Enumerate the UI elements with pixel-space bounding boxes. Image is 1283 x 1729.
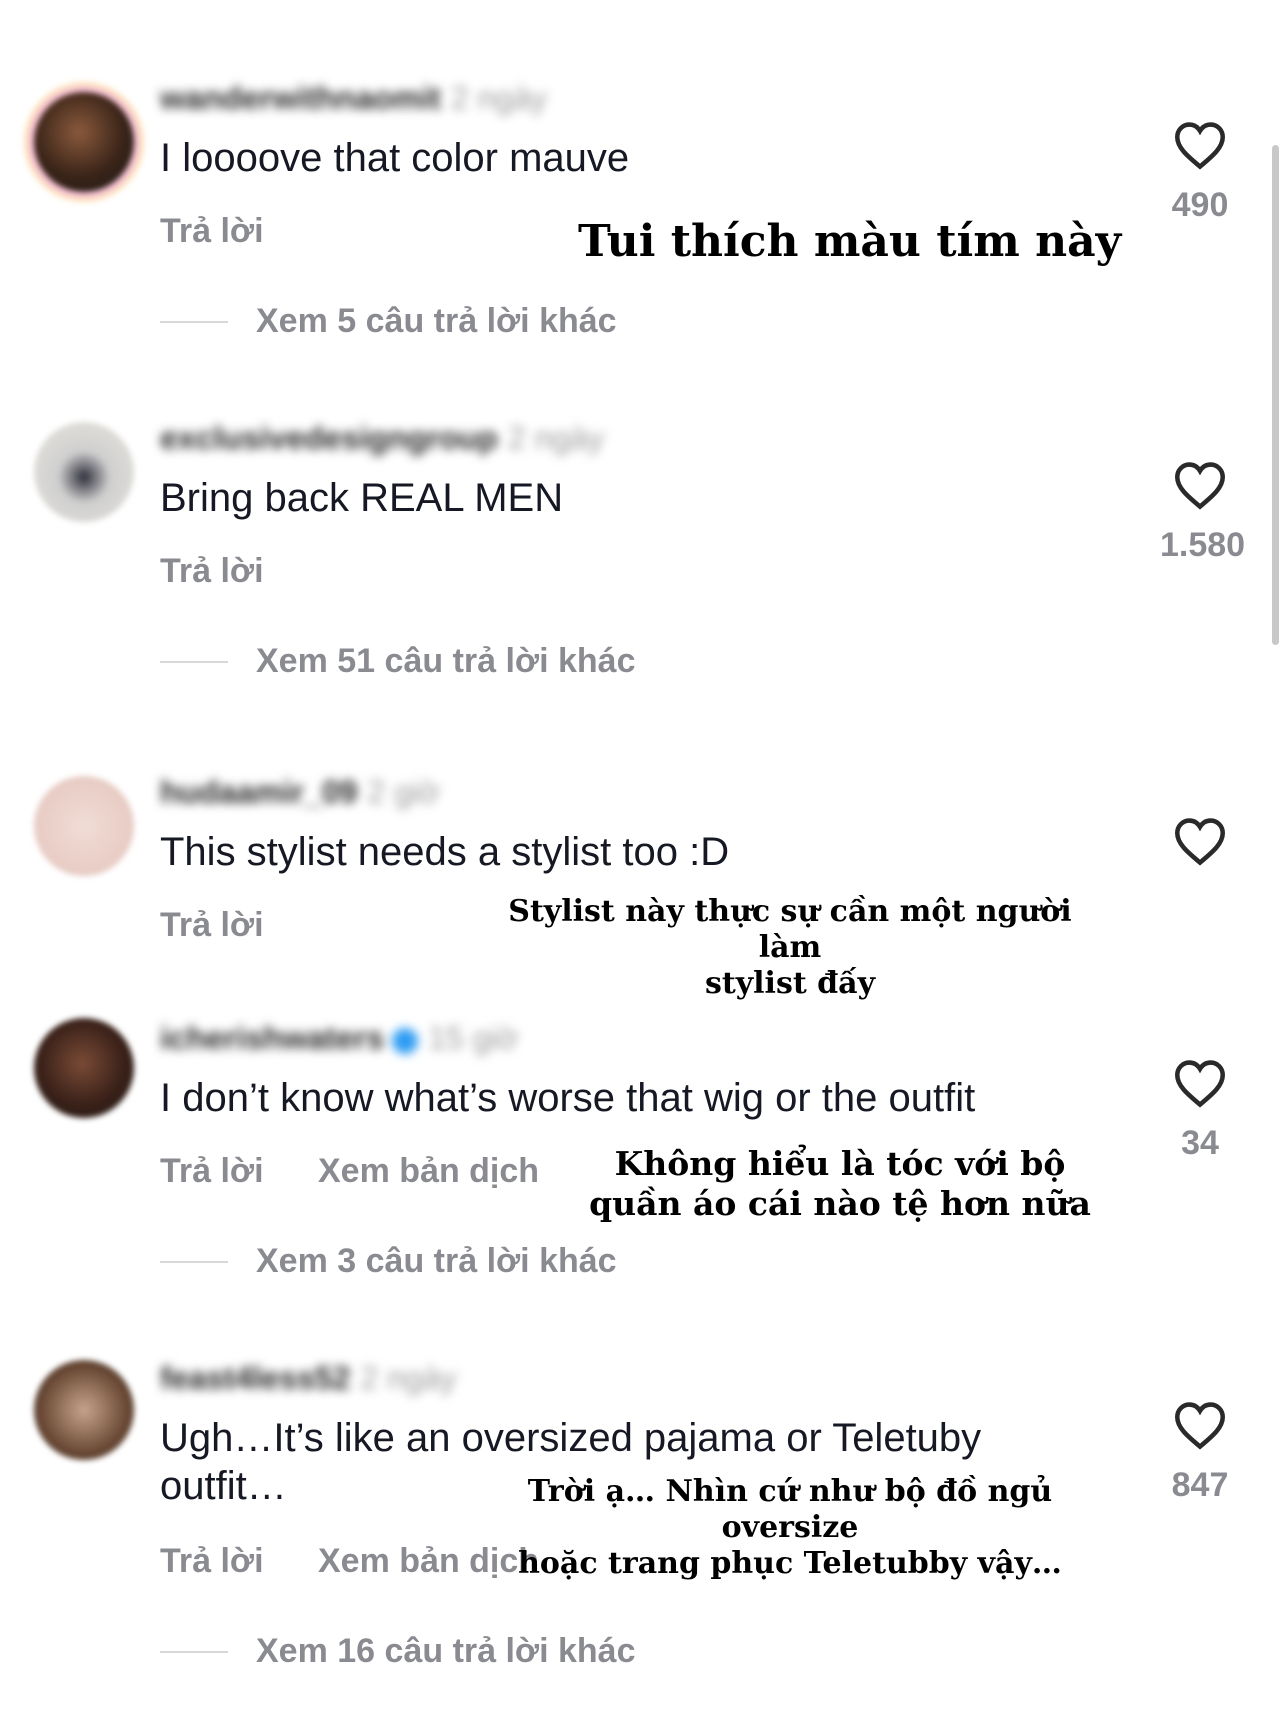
avatar[interactable] bbox=[34, 92, 134, 192]
divider-line bbox=[160, 320, 228, 323]
like-button[interactable]: 490 bbox=[1160, 120, 1240, 225]
translation-overlay: Không hiểu là tóc với bộ quần áo cái nào… bbox=[580, 1144, 1100, 1223]
username-text[interactable]: icherishwaters bbox=[160, 1020, 384, 1056]
reply-button[interactable]: Trả lời bbox=[160, 552, 264, 591]
view-more-replies-button[interactable]: Xem 5 câu trả lời khác bbox=[160, 302, 617, 341]
heart-outline-icon bbox=[1174, 462, 1226, 510]
like-count: 1.580 bbox=[1160, 526, 1246, 564]
comment-time: 2 ngày bbox=[360, 1360, 457, 1396]
username-text[interactable]: hudaamir_09 bbox=[160, 774, 357, 810]
comment-username[interactable]: hudaamir_09 2 giờ bbox=[160, 774, 440, 811]
translation-overlay-line: hoặc trang phục Teletubby vậy… bbox=[518, 1546, 1062, 1581]
view-more-replies-button[interactable]: Xem 51 câu trả lời khác bbox=[160, 642, 635, 681]
translation-overlay-line: quần áo cái nào tệ hơn nữa bbox=[589, 1183, 1091, 1223]
heart-outline-icon bbox=[1174, 818, 1226, 866]
like-count: 847 bbox=[1171, 1466, 1229, 1504]
avatar[interactable] bbox=[34, 1360, 134, 1460]
translation-overlay: Stylist này thực sự cần một người làm st… bbox=[480, 894, 1100, 1002]
translation-overlay-line: Trời ạ… Nhìn cứ như bộ đồ ngủ oversize bbox=[527, 1474, 1053, 1545]
username-text[interactable]: feast4less52 bbox=[160, 1360, 350, 1396]
see-translation-button[interactable]: Xem bản dịch bbox=[318, 1152, 539, 1191]
heart-outline-icon bbox=[1174, 1060, 1226, 1108]
translation-overlay-line: stylist đấy bbox=[704, 966, 875, 1001]
view-more-replies-button[interactable]: Xem 3 câu trả lời khác bbox=[160, 1242, 617, 1281]
avatar[interactable] bbox=[34, 422, 134, 522]
comment-username[interactable]: feast4less52 2 ngày bbox=[160, 1360, 456, 1397]
divider-line bbox=[160, 1260, 228, 1263]
translation-overlay: Tui thích màu tím này bbox=[578, 216, 1122, 267]
like-button[interactable]: 847 bbox=[1160, 1400, 1240, 1505]
like-button[interactable]: 34 bbox=[1160, 1058, 1240, 1163]
heart-outline-icon bbox=[1174, 122, 1226, 170]
scrollbar[interactable] bbox=[1272, 145, 1279, 645]
comment-time: 15 giờ bbox=[428, 1020, 519, 1056]
translation-overlay-line: Không hiểu là tóc với bộ bbox=[614, 1144, 1066, 1183]
comment-text-line: Ugh…It’s like an oversized pajama or Tel… bbox=[160, 1416, 982, 1460]
comment-text: Bring back REAL MEN bbox=[160, 476, 564, 520]
reply-button[interactable]: Trả lời bbox=[160, 1542, 264, 1581]
comment-time: 2 ngày bbox=[507, 420, 604, 456]
view-more-replies-label: Xem 5 câu trả lời khác bbox=[256, 302, 617, 340]
heart-outline-icon bbox=[1174, 1402, 1226, 1450]
verified-badge-icon bbox=[392, 1027, 419, 1054]
reply-button[interactable]: Trả lời bbox=[160, 906, 264, 945]
view-more-replies-label: Xem 3 câu trả lời khác bbox=[256, 1242, 617, 1280]
reply-button[interactable]: Trả lời bbox=[160, 212, 264, 251]
avatar[interactable] bbox=[34, 1018, 134, 1118]
comment-username[interactable]: exclusivedesigngroup 2 ngày bbox=[160, 420, 604, 457]
comment-time: 2 giờ bbox=[367, 774, 440, 810]
comment-username[interactable]: icherishwaters 15 giờ bbox=[160, 1020, 518, 1057]
view-more-replies-label: Xem 16 câu trả lời khác bbox=[256, 1632, 636, 1670]
username-text[interactable]: wanderwithnaomit bbox=[160, 80, 441, 116]
divider-line bbox=[160, 1650, 228, 1653]
like-count: 34 bbox=[1181, 1124, 1219, 1162]
like-button[interactable] bbox=[1160, 816, 1240, 866]
translation-overlay: Trời ạ… Nhìn cứ như bộ đồ ngủ oversize h… bbox=[470, 1474, 1110, 1582]
view-more-replies-label: Xem 51 câu trả lời khác bbox=[256, 642, 636, 680]
comment-time: 2 ngày bbox=[450, 80, 547, 116]
view-more-replies-button[interactable]: Xem 16 câu trả lời khác bbox=[160, 1632, 635, 1671]
avatar[interactable] bbox=[34, 776, 134, 876]
reply-button[interactable]: Trả lời bbox=[160, 1152, 264, 1191]
comment-text: I don’t know what’s worse that wig or th… bbox=[160, 1076, 976, 1120]
like-count: 490 bbox=[1171, 186, 1229, 224]
username-text[interactable]: exclusivedesigngroup bbox=[160, 420, 498, 456]
like-button[interactable]: 1.580 bbox=[1160, 460, 1246, 565]
translation-overlay-line: Stylist này thực sự cần một người làm bbox=[508, 894, 1072, 965]
comment-username[interactable]: wanderwithnaomit 2 ngày bbox=[160, 80, 547, 117]
divider-line bbox=[160, 660, 228, 663]
comment-text: I loooove that color mauve bbox=[160, 136, 630, 180]
comment-text: This stylist needs a stylist too :D bbox=[160, 830, 730, 874]
